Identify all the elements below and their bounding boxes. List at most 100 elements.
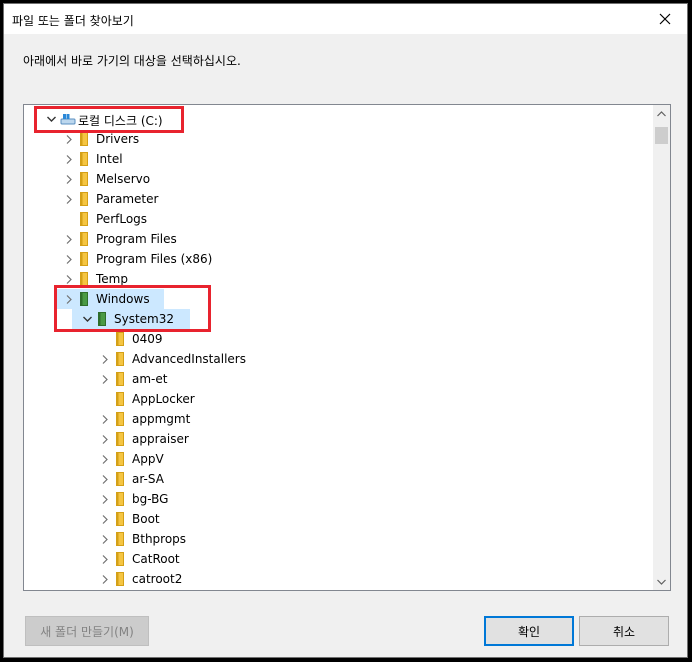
expand-toggle[interactable] <box>62 249 76 269</box>
expand-toggle[interactable] <box>98 469 112 489</box>
folder-icon <box>80 252 88 266</box>
folder-icon-wrap <box>114 449 126 469</box>
tree-item[interactable]: appraiser <box>24 429 653 449</box>
tree-item[interactable]: CatRoot <box>24 549 653 569</box>
chevron-down-icon <box>657 579 666 585</box>
expand-toggle[interactable] <box>98 549 112 569</box>
tree-item-label: Parameter <box>96 192 159 206</box>
tree-item-label: Program Files <box>96 232 177 246</box>
expand-toggle[interactable] <box>62 149 76 169</box>
tree-item[interactable]: Program Files <box>24 229 653 249</box>
cancel-button[interactable]: 취소 <box>579 616 669 646</box>
expand-toggle[interactable] <box>98 409 112 429</box>
folder-icon <box>80 152 88 166</box>
tree-item-label: 0409 <box>132 332 163 346</box>
folder-icon <box>80 212 88 226</box>
tree-item[interactable]: Program Files (x86) <box>24 249 653 269</box>
chevron-right-icon <box>102 574 108 584</box>
expand-toggle[interactable] <box>98 349 112 369</box>
scroll-up-button[interactable] <box>653 105 670 122</box>
folder-icon <box>116 472 124 486</box>
chevron-right-icon <box>102 434 108 444</box>
tree-item-label: AppV <box>132 452 164 466</box>
folder-icon <box>116 332 124 346</box>
tree-item-label: Drivers <box>96 132 140 146</box>
chevron-right-icon <box>66 174 72 184</box>
folder-tree-view[interactable]: 로컬 디스크 (C:) Drivers Intel Melservo Parameter… <box>23 104 671 591</box>
folder-icon <box>116 372 124 386</box>
browse-folder-dialog: 파일 또는 폴더 찾아보기 아래에서 바로 가기의 대상을 선택하십시오. 로컬… <box>3 3 688 658</box>
tree-item-label: Program Files (x86) <box>96 252 213 266</box>
folder-icon-wrap <box>78 249 90 269</box>
expand-toggle[interactable] <box>62 229 76 249</box>
scrollbar-thumb[interactable] <box>655 127 668 144</box>
folder-icon-wrap <box>114 489 126 509</box>
folder-icon-wrap <box>78 189 90 209</box>
tree-item-label: PerfLogs <box>96 212 148 226</box>
folder-icon-wrap <box>114 409 126 429</box>
folder-icon <box>116 432 124 446</box>
folder-icon-wrap <box>114 509 126 529</box>
tree-item[interactable]: AppV <box>24 449 653 469</box>
instruction-text: 아래에서 바로 가기의 대상을 선택하십시오. <box>23 54 241 68</box>
tree-item[interactable]: Melservo <box>24 169 653 189</box>
tree-item-label: AppLocker <box>132 392 195 406</box>
chevron-right-icon <box>66 254 72 264</box>
folder-icon-wrap <box>114 349 126 369</box>
folder-icon-wrap <box>114 429 126 449</box>
folder-icon <box>116 452 124 466</box>
chevron-right-icon <box>102 454 108 464</box>
folder-icon-wrap <box>78 149 90 169</box>
folder-icon <box>80 132 88 146</box>
folder-icon-wrap <box>78 169 90 189</box>
folder-icon <box>80 232 88 246</box>
tree-item[interactable]: AdvancedInstallers <box>24 349 653 369</box>
tree-item[interactable]: appmgmt <box>24 409 653 429</box>
close-button[interactable] <box>643 4 687 34</box>
folder-icon-wrap <box>78 229 90 249</box>
expand-toggle[interactable] <box>62 169 76 189</box>
scroll-down-button[interactable] <box>653 573 670 590</box>
folder-icon-wrap <box>114 469 126 489</box>
tree-item[interactable]: 0409 <box>24 329 653 349</box>
expand-toggle[interactable] <box>98 489 112 509</box>
tree-item[interactable]: catroot2 <box>24 569 653 589</box>
folder-icon <box>116 572 124 586</box>
tree-item-label: CatRoot <box>132 552 180 566</box>
new-folder-button[interactable]: 새 폴더 만들기(M) <box>25 616 149 646</box>
tree-item[interactable]: Bthprops <box>24 529 653 549</box>
expand-toggle[interactable] <box>98 449 112 469</box>
chevron-right-icon <box>102 414 108 424</box>
tree-item-label: AdvancedInstallers <box>132 352 246 366</box>
folder-icon-wrap <box>114 569 126 589</box>
expand-toggle[interactable] <box>98 429 112 449</box>
chevron-right-icon <box>66 194 72 204</box>
tree-item-label: bg-BG <box>132 492 169 506</box>
folder-tree[interactable]: 로컬 디스크 (C:) Drivers Intel Melservo Parameter… <box>24 105 653 590</box>
chevron-right-icon <box>102 554 108 564</box>
folder-icon-wrap <box>114 369 126 389</box>
chevron-up-icon <box>657 110 666 116</box>
chevron-right-icon <box>66 154 72 164</box>
expand-toggle[interactable] <box>62 189 76 209</box>
expand-toggle[interactable] <box>98 509 112 529</box>
annotation-box <box>34 106 184 133</box>
ok-button[interactable]: 확인 <box>484 616 574 646</box>
vertical-scrollbar[interactable] <box>653 105 670 590</box>
close-icon <box>659 13 671 25</box>
tree-item[interactable]: am-et <box>24 369 653 389</box>
tree-item[interactable]: PerfLogs <box>24 209 653 229</box>
chevron-right-icon <box>102 474 108 484</box>
tree-item[interactable]: ar-SA <box>24 469 653 489</box>
tree-item[interactable]: AppLocker <box>24 389 653 409</box>
expand-toggle[interactable] <box>98 569 112 589</box>
tree-item[interactable]: Intel <box>24 149 653 169</box>
chevron-right-icon <box>66 234 72 244</box>
tree-item[interactable]: bg-BG <box>24 489 653 509</box>
chevron-right-icon <box>102 374 108 384</box>
expand-toggle[interactable] <box>98 529 112 549</box>
tree-item[interactable]: Boot <box>24 509 653 529</box>
expand-toggle[interactable] <box>98 369 112 389</box>
tree-item[interactable]: Parameter <box>24 189 653 209</box>
folder-icon <box>80 172 88 186</box>
